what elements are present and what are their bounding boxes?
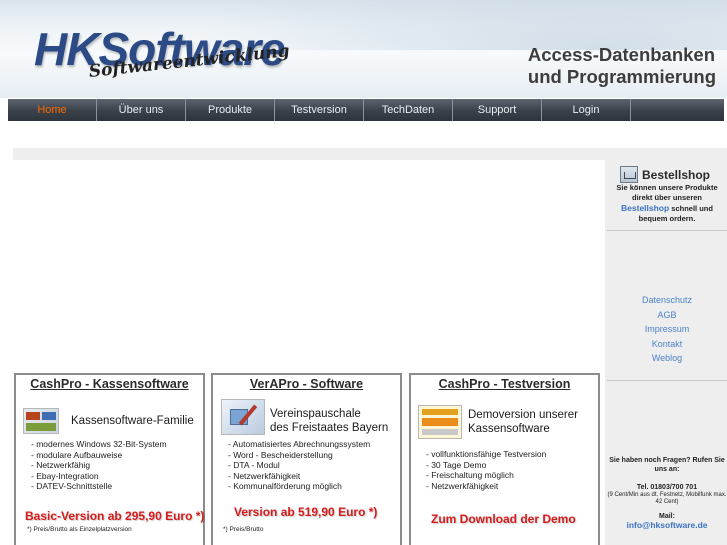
box-headline-2: des Freistaates Bayern [270, 422, 389, 434]
bestellshop-link[interactable]: Bestellshop [621, 203, 669, 213]
feature-list: - Automatisiertes Abrechnungssystem - Wo… [228, 439, 370, 492]
sidebar-divider-1 [607, 230, 727, 231]
nav-login[interactable]: Login [542, 99, 631, 121]
feature-item: - 30 Tage Demo [426, 459, 487, 470]
main-nav: Home Über uns Produkte Testversion TechD… [8, 99, 724, 121]
feature-item: - Netzwerkfähigkeit [228, 470, 301, 481]
site-header: HKSoftware Softwareentwicklung Access-Da… [0, 0, 727, 98]
bestellshop-text-1: Sie können unsere Produkte direkt über u… [616, 183, 718, 202]
bestellshop-text: Sie können unsere Produkte direkt über u… [607, 183, 727, 224]
cashpro-box-art [26, 412, 40, 420]
feature-item: - Word - Bescheiderstellung [228, 449, 333, 460]
link-datenschutz[interactable]: Datenschutz [607, 293, 727, 308]
feature-item: - Freischaltung möglich [426, 470, 514, 480]
cashpro-box-art-2 [42, 412, 56, 420]
box-headline-1: Demoversion unserer [468, 409, 578, 421]
content-top-band [13, 148, 727, 160]
nav-empty-slot [631, 99, 723, 121]
link-weblog[interactable]: Weblog [607, 351, 727, 366]
feature-item: - DTA - Modul [228, 460, 280, 470]
testversion-box-art [422, 409, 458, 415]
feature-item: - Netzwerkfähigkeit [426, 480, 499, 491]
shopping-cart-icon [620, 166, 638, 183]
verapro-product-image[interactable] [221, 399, 265, 435]
nav-techdaten[interactable]: TechDaten [364, 99, 453, 121]
box-title[interactable]: CashPro - Kassensoftware [16, 377, 203, 391]
price-note: *) Preis/Brutto [223, 526, 264, 533]
nav-support[interactable]: Support [453, 99, 542, 121]
tagline-line-1: Access-Datenbanken [527, 44, 716, 65]
feature-item: - modulare Aufbauweise [31, 449, 123, 460]
tagline-line-2: und Programmierung [527, 66, 716, 87]
cashpro-box-art-3 [26, 423, 56, 431]
feature-item: - Kommunalförderung möglich [228, 481, 342, 491]
box-headline: Kassensoftware-Familie [71, 415, 194, 427]
feature-list: - vollfunktionsfähige Testversion - 30 T… [426, 449, 546, 491]
price-link[interactable]: Basic-Version ab 295,90 Euro *) [25, 509, 204, 523]
product-box-cashpro: CashPro - Kassensoftware Kassensoftware-… [14, 373, 205, 545]
product-box-verapro: VerAPro - Software Vereinspauschale des … [211, 373, 402, 545]
price-link[interactable]: Version ab 519,90 Euro *) [234, 505, 377, 519]
box-headline-2: Kassensoftware [468, 423, 550, 435]
contact-phone[interactable]: Tel. 01803/700 701 [607, 483, 727, 492]
testversion-box-art-2 [422, 418, 458, 426]
feature-list: - modernes Windows 32-Bit-System - modul… [31, 439, 167, 492]
link-agb[interactable]: AGB [607, 308, 727, 323]
feature-item: - DATEV-Schnittstelle [31, 481, 113, 491]
box-headline: Vereinspauschale des Freistaates Bayern [270, 407, 388, 435]
nav-ueber-uns[interactable]: Über uns [97, 99, 186, 121]
price-note: *) Preis/Brutto als Einzelplatzversion [27, 526, 132, 533]
box-title[interactable]: CashPro - Testversion [411, 377, 598, 391]
cashpro-product-image[interactable] [23, 408, 59, 434]
feature-item: - Ebay-Integration [31, 470, 99, 481]
feature-item: - modernes Windows 32-Bit-System [31, 439, 167, 449]
banner-area [13, 160, 605, 370]
nav-produkte[interactable]: Produkte [186, 99, 275, 121]
box-title[interactable]: VerAPro - Software [213, 377, 400, 391]
nav-testversion[interactable]: Testversion [275, 99, 364, 121]
contact-block: Sie haben noch Fragen? Rufen Sie uns an:… [607, 456, 727, 530]
box-headline: Demoversion unserer Kassensoftware [468, 408, 578, 436]
product-box-testversion: CashPro - Testversion Demoversion unsere… [409, 373, 600, 545]
link-impressum[interactable]: Impressum [607, 322, 727, 337]
box-headline-1: Vereinspauschale [270, 408, 361, 420]
feature-item: - Automatisiertes Abrechnungssystem [228, 439, 371, 449]
feature-item: - vollfunktionsfähige Testversion [426, 449, 547, 459]
sidebar-divider-2 [607, 380, 727, 381]
contact-mail[interactable]: info@hksoftware.de [607, 521, 727, 530]
download-demo-link[interactable]: Zum Download der Demo [431, 512, 576, 526]
contact-question: Sie haben noch Fragen? Rufen Sie uns an: [609, 457, 725, 473]
link-kontakt[interactable]: Kontakt [607, 337, 727, 352]
feature-item: - Netzwerkfähig [31, 460, 91, 470]
bestellshop-heading[interactable]: Bestellshop [620, 166, 710, 183]
bestellshop-title: Bestellshop [642, 167, 711, 182]
testversion-product-image[interactable] [418, 405, 462, 439]
nav-home[interactable]: Home [8, 99, 97, 121]
header-tagline: Access-Datenbanken und Programmierung [528, 44, 716, 88]
testversion-box-art-3 [422, 429, 458, 435]
contact-phone-note: (9 Cent/Min aus dt. Festnetz, Mobilfunk … [607, 492, 727, 505]
sidebar-links: Datenschutz AGB Impressum Kontakt Weblog [607, 293, 727, 366]
